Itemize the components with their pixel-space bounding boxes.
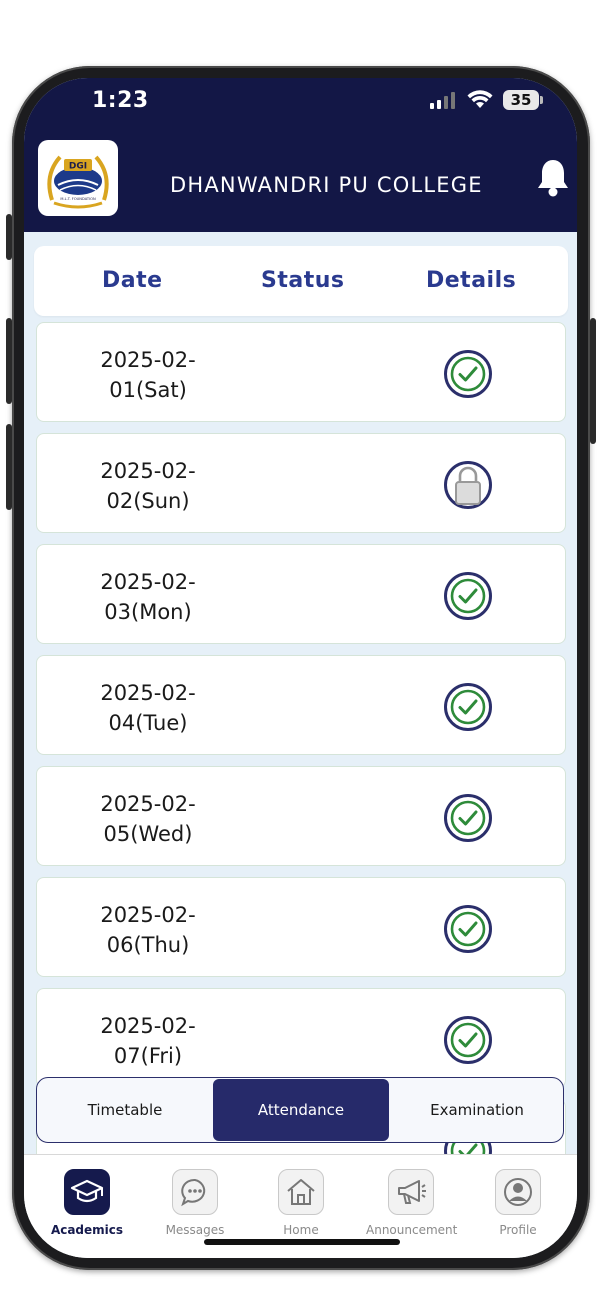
mute-switch bbox=[6, 214, 12, 260]
table-header: Date Status Details bbox=[34, 246, 568, 316]
row-date: 2025-02- 03(Mon) bbox=[100, 570, 196, 624]
table-row[interactable]: 2025-02- 04(Tue) bbox=[36, 655, 566, 755]
logo-subtext: M.L.T. FOUNDATION bbox=[60, 197, 96, 201]
signal-icon bbox=[430, 92, 455, 109]
row-date: 2025-02- 01(Sat) bbox=[100, 348, 196, 402]
check-circle-icon[interactable] bbox=[443, 571, 493, 621]
nav-messages[interactable]: Messages bbox=[150, 1169, 240, 1237]
row-date: 2025-02- 05(Wed) bbox=[100, 792, 196, 846]
tab-timetable[interactable]: Timetable bbox=[37, 1078, 213, 1142]
app-header: 1:23 35 DGI M.L.T. FOUNDATION DHANWANDRI… bbox=[24, 78, 577, 232]
nav-academics[interactable]: Academics bbox=[42, 1169, 132, 1237]
nav-label-profile: Profile bbox=[499, 1223, 537, 1237]
nav-label-messages: Messages bbox=[165, 1223, 225, 1237]
tab-attendance[interactable]: Attendance bbox=[213, 1079, 389, 1141]
check-circle-icon[interactable] bbox=[443, 904, 493, 954]
status-time: 1:23 bbox=[92, 88, 149, 113]
table-row[interactable]: 2025-02- 01(Sat) bbox=[36, 322, 566, 422]
bell-icon[interactable] bbox=[536, 158, 570, 198]
row-date: 2025-02- 02(Sun) bbox=[100, 459, 196, 513]
volume-up-button bbox=[6, 318, 12, 404]
home-indicator bbox=[204, 1239, 400, 1245]
graduation-cap-icon bbox=[64, 1169, 110, 1215]
table-row[interactable]: 2025-02- 02(Sun) bbox=[36, 433, 566, 533]
college-logo: DGI M.L.T. FOUNDATION bbox=[38, 140, 118, 216]
power-button bbox=[590, 318, 596, 444]
column-header-status: Status bbox=[261, 268, 345, 293]
segment-tabs: Timetable Attendance Examination bbox=[36, 1077, 564, 1143]
lock-icon[interactable] bbox=[443, 460, 493, 510]
table-row[interactable]: 2025-02- 07(Fri) bbox=[36, 988, 566, 1088]
check-circle-icon[interactable] bbox=[443, 793, 493, 843]
table-row[interactable]: 2025-02- 05(Wed) bbox=[36, 766, 566, 866]
nav-profile[interactable]: Profile bbox=[473, 1169, 563, 1237]
nav-label-announcement: Announcement bbox=[366, 1223, 458, 1237]
row-date: 2025-02- 04(Tue) bbox=[100, 681, 196, 735]
app-title: DHANWANDRI PU COLLEGE bbox=[170, 173, 483, 197]
table-row[interactable]: 2025-02- 06(Thu) bbox=[36, 877, 566, 977]
nav-label-home: Home bbox=[283, 1223, 319, 1237]
check-circle-icon[interactable] bbox=[443, 1015, 493, 1065]
check-circle-icon[interactable] bbox=[443, 682, 493, 732]
screen: 1:23 35 DGI M.L.T. FOUNDATION DHANWANDRI… bbox=[24, 78, 577, 1258]
bottom-navigation: Academics Messages Home Announcement Pro… bbox=[24, 1154, 577, 1258]
tab-examination[interactable]: Examination bbox=[389, 1078, 563, 1142]
logo-text: DGI bbox=[69, 162, 87, 172]
college-logo-icon: DGI M.L.T. FOUNDATION bbox=[47, 155, 109, 209]
column-header-date: Date bbox=[102, 268, 163, 293]
battery-indicator: 35 bbox=[503, 90, 543, 110]
home-icon bbox=[278, 1169, 324, 1215]
volume-down-button bbox=[6, 424, 12, 510]
column-header-details: Details bbox=[426, 268, 517, 293]
user-icon bbox=[495, 1169, 541, 1215]
nav-home[interactable]: Home bbox=[256, 1169, 346, 1237]
check-circle-icon[interactable] bbox=[443, 349, 493, 399]
attendance-list[interactable]: Date Status Details 2025-02- 01(Sat) 2025… bbox=[24, 232, 577, 1156]
row-date: 2025-02- 07(Fri) bbox=[100, 1014, 196, 1068]
nav-label-academics: Academics bbox=[50, 1223, 124, 1237]
status-icons: 35 bbox=[429, 90, 543, 110]
table-row[interactable]: 2025-02- 03(Mon) bbox=[36, 544, 566, 644]
nav-announcement[interactable]: Announcement bbox=[366, 1169, 458, 1237]
wifi-icon bbox=[467, 90, 493, 108]
row-date: 2025-02- 06(Thu) bbox=[100, 903, 196, 957]
megaphone-icon bbox=[388, 1169, 434, 1215]
chat-bubble-icon bbox=[172, 1169, 218, 1215]
